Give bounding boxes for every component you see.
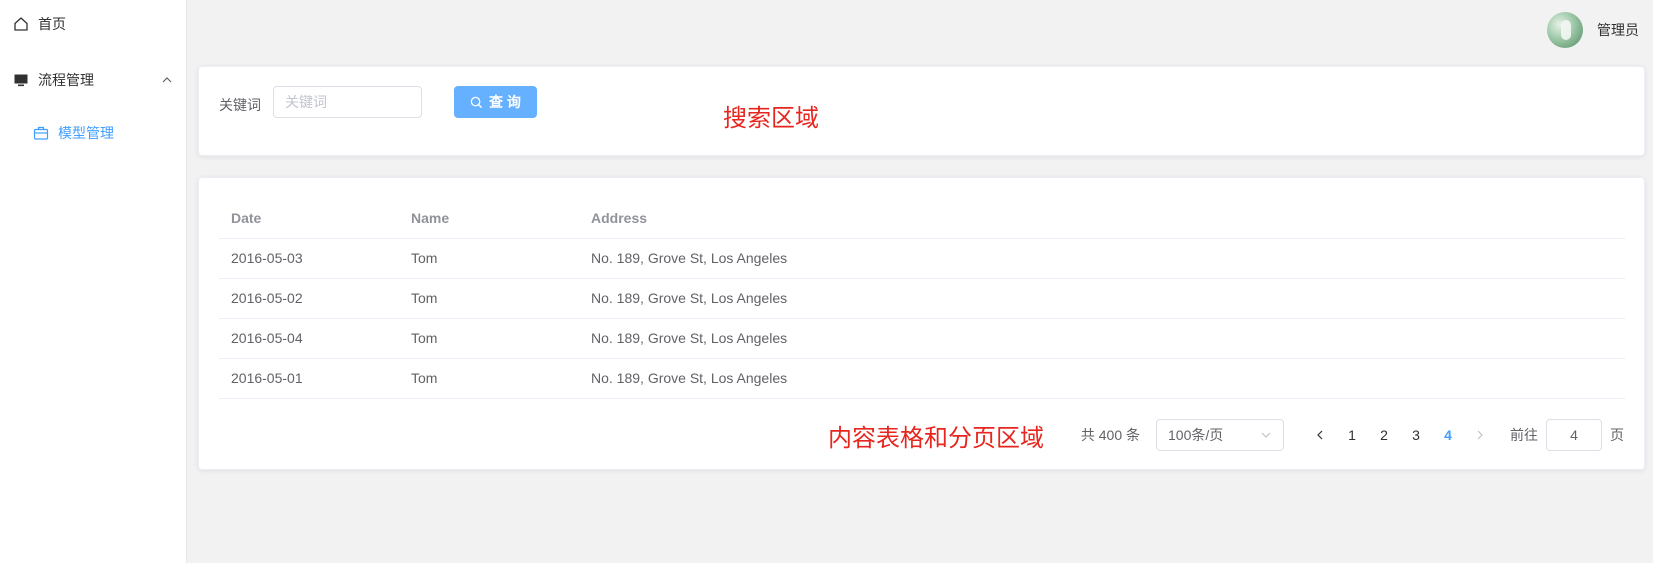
sidebar-item-label: 首页 bbox=[38, 16, 66, 32]
table-row[interactable]: 2016-05-03 Tom No. 189, Grove St, Los An… bbox=[219, 238, 1625, 279]
jump-page-input[interactable] bbox=[1546, 419, 1602, 451]
cell-name: Tom bbox=[399, 358, 579, 399]
sidebar: 首页 流程管理 模型管理 bbox=[0, 0, 187, 563]
table-row[interactable]: 2016-05-04 Tom No. 189, Grove St, Los An… bbox=[219, 318, 1625, 359]
cell-address: No. 189, Grove St, Los Angeles bbox=[579, 318, 1625, 359]
sidebar-item-label: 流程管理 bbox=[38, 72, 94, 88]
keyword-input[interactable] bbox=[273, 86, 422, 118]
table-row[interactable]: 2016-05-02 Tom No. 189, Grove St, Los An… bbox=[219, 278, 1625, 319]
chevron-up-icon bbox=[160, 73, 174, 87]
username: 管理员 bbox=[1597, 22, 1639, 38]
table-row[interactable]: 2016-05-01 Tom No. 189, Grove St, Los An… bbox=[219, 358, 1625, 399]
table-panel: Date Name Address 2016-05-03 Tom No. 189… bbox=[198, 177, 1645, 470]
jump-label: 前往 bbox=[1510, 427, 1538, 443]
avatar[interactable] bbox=[1547, 12, 1583, 48]
briefcase-icon bbox=[32, 124, 50, 142]
search-panel: 关键词 查 询 搜索区域 bbox=[198, 66, 1645, 156]
chevron-down-icon bbox=[1261, 432, 1271, 438]
sidebar-submenu-flow[interactable]: 流程管理 bbox=[12, 65, 174, 95]
page-size-value: 100条/页 bbox=[1168, 427, 1224, 443]
column-header-address[interactable]: Address bbox=[579, 198, 1625, 239]
page-number[interactable]: 1 bbox=[1336, 421, 1368, 449]
cell-name: Tom bbox=[399, 238, 579, 279]
cell-address: No. 189, Grove St, Los Angeles bbox=[579, 278, 1625, 319]
search-area-annotation: 搜索区域 bbox=[723, 105, 819, 132]
home-icon bbox=[12, 15, 30, 33]
next-page-button[interactable] bbox=[1464, 421, 1496, 449]
page-size-select[interactable]: 100条/页 bbox=[1156, 419, 1284, 451]
cell-address: No. 189, Grove St, Los Angeles bbox=[579, 238, 1625, 279]
cell-date: 2016-05-04 bbox=[219, 318, 399, 359]
cell-date: 2016-05-01 bbox=[219, 358, 399, 399]
data-table: Date Name Address 2016-05-03 Tom No. 189… bbox=[219, 198, 1625, 399]
column-header-date[interactable]: Date bbox=[219, 198, 399, 239]
page-number-current[interactable]: 4 bbox=[1432, 421, 1464, 449]
page-number[interactable]: 2 bbox=[1368, 421, 1400, 449]
sidebar-item-label: 模型管理 bbox=[58, 125, 114, 141]
page-number[interactable]: 3 bbox=[1400, 421, 1432, 449]
user-menu[interactable]: 管理员 bbox=[1547, 12, 1639, 48]
prev-page-button[interactable] bbox=[1304, 421, 1336, 449]
monitor-icon bbox=[12, 71, 30, 89]
pagination-total: 共 400 条 bbox=[1080, 427, 1140, 443]
cell-name: Tom bbox=[399, 278, 579, 319]
search-button-label: 查 询 bbox=[489, 94, 521, 110]
cell-name: Tom bbox=[399, 318, 579, 359]
table-header-row: Date Name Address bbox=[219, 198, 1625, 239]
chevron-right-icon bbox=[1477, 430, 1483, 440]
cell-date: 2016-05-03 bbox=[219, 238, 399, 279]
keyword-label: 关键词 bbox=[219, 97, 261, 113]
chevron-left-icon bbox=[1317, 430, 1323, 440]
column-header-name[interactable]: Name bbox=[399, 198, 579, 239]
pagination-area-annotation: 内容表格和分页区域 bbox=[828, 425, 1044, 452]
cell-address: No. 189, Grove St, Los Angeles bbox=[579, 358, 1625, 399]
pagination: 共 400 条 100条/页 1 2 3 4 前往 页 bbox=[1081, 419, 1624, 451]
cell-date: 2016-05-02 bbox=[219, 278, 399, 319]
sidebar-item-model[interactable]: 模型管理 bbox=[32, 118, 114, 148]
jump-unit: 页 bbox=[1610, 427, 1624, 443]
sidebar-item-home[interactable]: 首页 bbox=[12, 9, 66, 39]
search-icon bbox=[470, 96, 483, 109]
search-button[interactable]: 查 询 bbox=[454, 86, 537, 118]
